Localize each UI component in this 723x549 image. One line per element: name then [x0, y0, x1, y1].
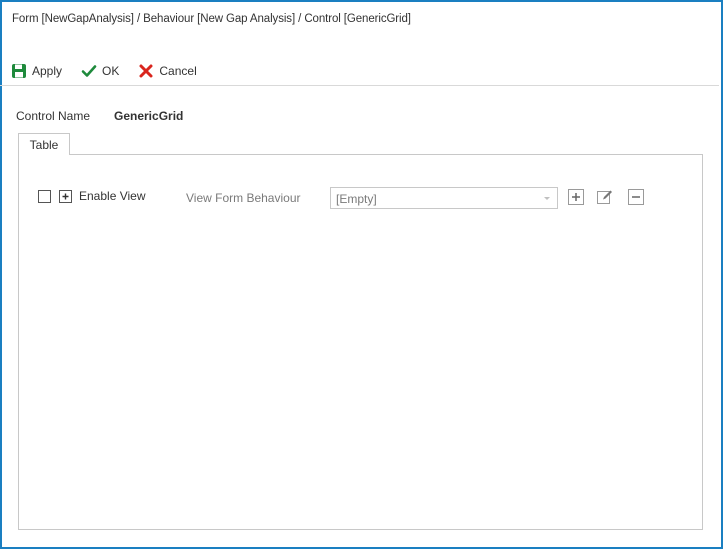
dialog-title: Form [NewGapAnalysis] / Behaviour [New G… [12, 13, 411, 25]
add-icon [567, 188, 585, 209]
control-name-value: GenericGrid [114, 109, 184, 123]
cancel-label: Cancel [159, 64, 197, 78]
add-behaviour-button[interactable] [566, 188, 586, 208]
ok-button[interactable]: OK [80, 62, 119, 80]
view-form-behaviour-label: View Form Behaviour [186, 191, 301, 205]
cancel-button[interactable]: Cancel [137, 62, 197, 80]
chevron-down-icon[interactable] [542, 192, 552, 204]
expand-plus-icon[interactable] [58, 189, 73, 204]
edit-behaviour-button[interactable] [595, 188, 615, 208]
apply-button[interactable]: Apply [10, 62, 62, 80]
toolbar-divider [0, 85, 719, 86]
apply-label: Apply [32, 64, 63, 78]
ok-label: OK [102, 64, 120, 78]
edit-icon [596, 188, 614, 209]
save-icon [10, 62, 28, 80]
x-icon [137, 62, 155, 80]
enable-view-label: Enable View [79, 189, 146, 203]
toolbar: Apply OK Cancel [10, 60, 215, 82]
checkmark-icon [80, 62, 98, 80]
tab-panel-table [18, 154, 703, 530]
view-form-behaviour-value: [Empty] [336, 192, 377, 206]
remove-behaviour-button[interactable] [626, 188, 646, 208]
enable-view-checkbox[interactable] [38, 190, 51, 203]
view-form-behaviour-select[interactable]: [Empty] [330, 187, 558, 209]
control-name-label: Control Name [16, 109, 91, 123]
tab-table[interactable]: Table [18, 133, 70, 155]
remove-icon [627, 188, 645, 209]
